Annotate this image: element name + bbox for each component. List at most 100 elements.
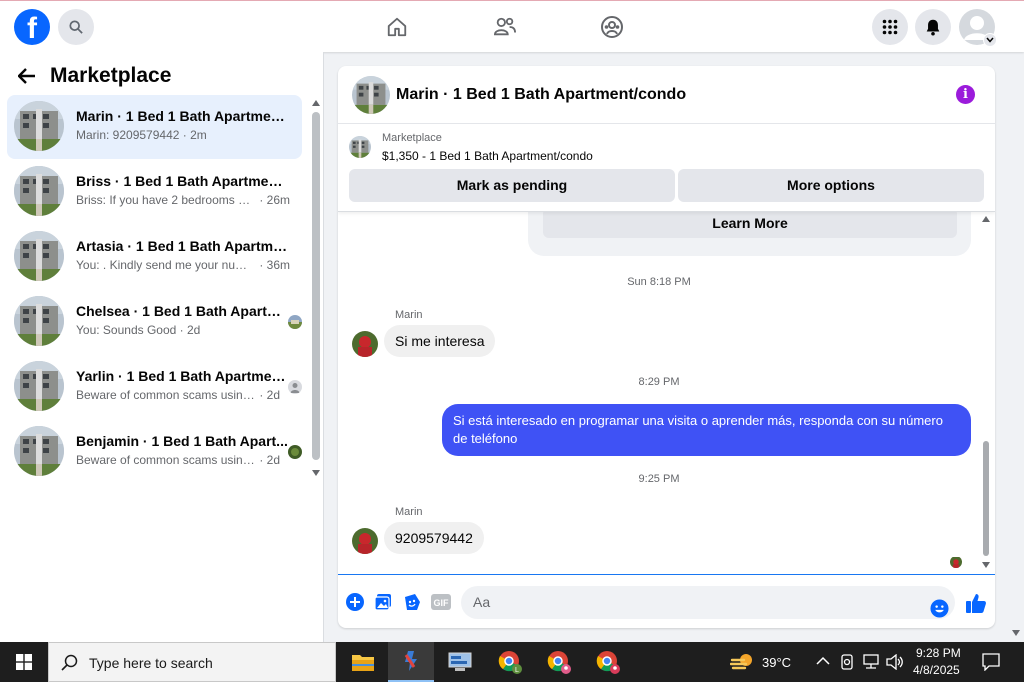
conversation-preview: You: . Kindly send me your numb... · 36m [76,258,291,272]
conversation-preview: Beware of common scams using... · 2d [76,453,281,467]
conversation-title: Briss · 1 Bed 1 Bath Apartment/c... [76,173,288,189]
conversation-title: Marin · 1 Bed 1 Bath Apartment/... [76,108,288,124]
chevron-up-icon[interactable] [816,656,830,666]
sticker-button[interactable] [402,592,422,612]
scroll-up-arrow[interactable] [312,100,320,106]
message-thread: Learn More Sun 8:18 PM Marin Si me inter… [338,202,995,574]
menu-button[interactable] [872,9,908,45]
listing-avatar[interactable] [352,76,390,114]
account-button[interactable] [959,9,997,47]
chrome-icon [596,651,620,674]
listing-thumbnail [14,166,64,216]
attach-photo-button[interactable] [373,592,393,612]
conversation-title: Benjamin · 1 Bed 1 Bath Apart... [76,433,288,449]
chat-header: Marin · 1 Bed 1 Bath Apartment/condo i [338,66,995,124]
search-icon [61,654,78,671]
read-receipt-avatar [288,445,302,459]
like-button[interactable] [964,591,988,615]
chat-window: Marin · 1 Bed 1 Bath Apartment/condo i M… [338,66,995,628]
notifications-button[interactable] [915,9,951,45]
search-button[interactable] [58,9,94,45]
scroll-down-arrow[interactable] [312,470,320,476]
incoming-message[interactable]: 9209579442 [384,522,484,554]
scroll-down-arrow[interactable] [982,562,990,568]
mark-as-pending-button[interactable]: Mark as pending [349,169,675,202]
message-timestamp: 9:25 PM [638,473,680,485]
conversation-item-artasia[interactable]: Artasia · 1 Bed 1 Bath Apartment... You:… [7,225,302,289]
clock-time[interactable]: 9:28 PM [916,646,961,660]
listing-price-title[interactable]: $1,350 - 1 Bed 1 Bath Apartment/condo [382,149,593,163]
photo-icon [374,594,391,611]
facebook-logo[interactable]: f [14,9,50,45]
control-panel-app[interactable] [437,642,483,682]
chat-scrollbar[interactable] [981,216,991,571]
conversation-item-briss[interactable]: Briss · 1 Bed 1 Bath Apartment/c... Bris… [7,160,302,224]
start-button[interactable] [0,642,48,682]
panel-header: Marketplace [18,64,171,88]
search-icon [69,20,83,34]
conversation-item-chelsea[interactable]: Chelsea · 1 Bed 1 Bath Apartm... You: So… [7,290,302,354]
listing-banner: Marketplace $1,350 - 1 Bed 1 Bath Apartm… [338,124,995,212]
conversation-title: Chelsea · 1 Bed 1 Bath Apartm... [76,303,288,319]
listing-thumbnail [14,101,64,151]
chat-title[interactable]: Marin · 1 Bed 1 Bath Apartment/condo [396,86,686,104]
more-options-button[interactable]: More options [678,169,984,202]
learn-more-button[interactable]: Learn More [543,208,957,238]
plus-button[interactable] [345,592,365,612]
bell-icon [926,19,940,36]
listing-thumbnail [14,426,64,476]
chrome-app-1[interactable]: L [487,642,533,682]
info-icon[interactable]: i [956,85,975,104]
meet-now-icon[interactable] [840,654,854,670]
windows-logo-icon [16,654,32,670]
file-explorer-app[interactable] [340,642,386,682]
incoming-message[interactable]: Si me interesa [384,325,496,357]
svg-text:L: L [515,667,519,674]
menu-grid-icon [882,19,898,35]
message-timestamp: Sun 8:18 PM [627,276,691,288]
home-nav-button[interactable] [383,13,411,41]
notification-center-icon[interactable] [982,653,1000,671]
volume-icon[interactable] [886,654,904,670]
conversation-preview: Marin: 9209579442 · 2m [76,128,207,142]
network-icon[interactable] [862,654,880,670]
taskbar-search-box[interactable]: Type here to search [48,642,336,682]
conversation-preview: You: Sounds Good · 2d [76,323,201,337]
listing-source: Marketplace [382,132,442,144]
emoji-button[interactable] [929,598,949,618]
back-arrow-icon[interactable] [18,68,36,84]
listing-thumbnail[interactable] [349,136,371,158]
listing-thumbnail [14,231,64,281]
app-icon [404,651,417,671]
scroll-up-arrow[interactable] [982,216,990,222]
groups-icon [601,16,623,38]
sender-avatar[interactable] [352,331,378,357]
sidebar-scrollbar[interactable] [312,112,320,460]
listing-thumbnail [14,296,64,346]
chrome-icon: L [498,651,522,674]
groups-nav-button[interactable] [598,13,626,41]
top-navigation-bar: f [0,0,1024,52]
chrome-app-3[interactable] [585,642,631,682]
friends-icon [493,17,516,36]
conversation-item-marin[interactable]: Marin · 1 Bed 1 Bath Apartment/... Marin… [7,95,302,159]
chrome-icon [547,651,571,674]
message-input[interactable]: Aa [461,586,955,619]
active-app-button[interactable] [388,642,434,682]
clock-date[interactable]: 4/8/2025 [913,663,960,677]
weather-temperature[interactable]: 39°C [762,655,791,670]
chrome-app-2[interactable] [536,642,582,682]
conversation-item-benjamin[interactable]: Benjamin · 1 Bed 1 Bath Apart... Beware … [7,420,302,484]
page-title: Marketplace [50,64,172,87]
conversation-item-yarlin[interactable]: Yarlin · 1 Bed 1 Bath Apartmen... Beware… [7,355,302,419]
read-receipt-avatar [288,315,302,329]
conversation-preview: Beware of common scams using... · 2d [76,388,281,402]
outgoing-message[interactable]: Si está interesado en programar una visi… [442,404,971,456]
gif-button[interactable]: GIF [430,592,452,612]
sender-avatar[interactable] [352,528,378,554]
friends-nav-button[interactable] [491,13,519,41]
page-scroll-down-arrow[interactable] [1012,630,1020,636]
emoji-icon [929,598,949,618]
scrollbar-thumb[interactable] [983,441,989,556]
folder-icon [352,655,374,671]
